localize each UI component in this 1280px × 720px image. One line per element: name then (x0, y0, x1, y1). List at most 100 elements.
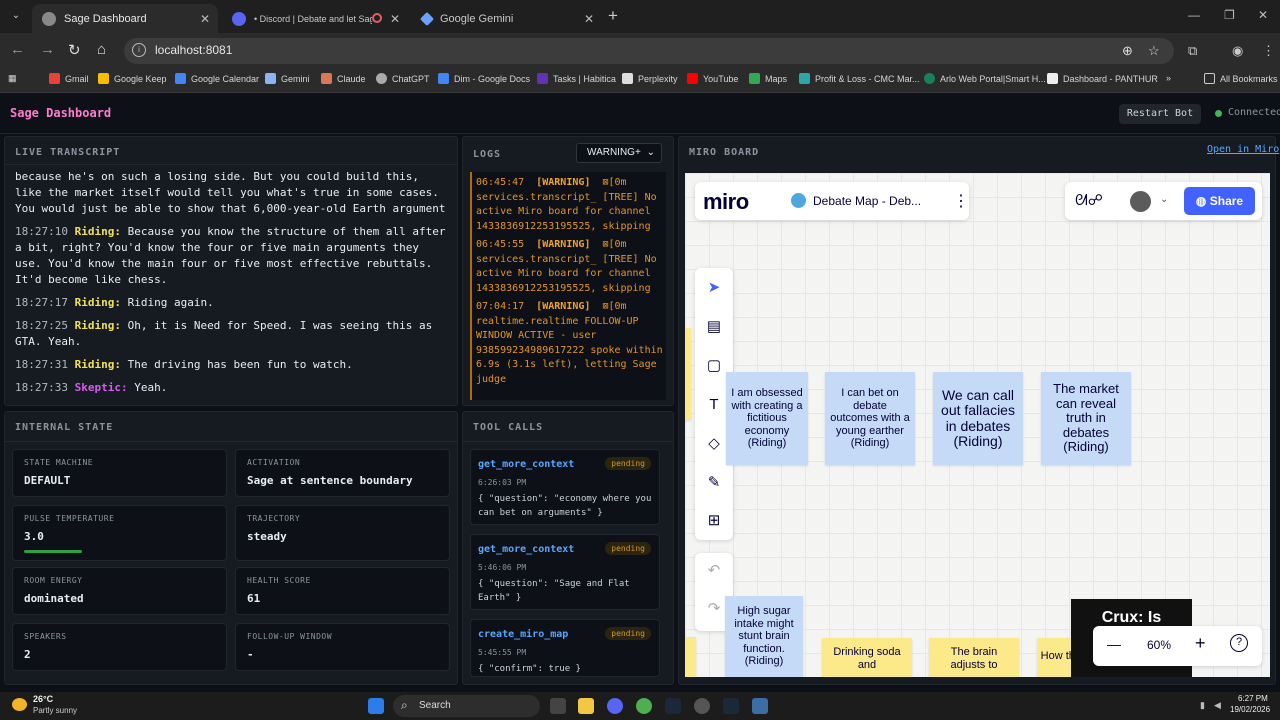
profile-icon[interactable]: ◉ (1232, 43, 1243, 59)
pen-icon[interactable]: ✎ (704, 473, 724, 493)
zoom-out-icon[interactable]: — (1107, 636, 1121, 652)
share-button[interactable]: ◍ Share (1184, 187, 1255, 215)
home-icon[interactable]: ⌂ (97, 41, 106, 58)
sticky-note-partial[interactable] (685, 328, 691, 420)
chevron-down-icon[interactable]: ⌄ (1160, 194, 1168, 205)
reactions-icon[interactable]: ᘛ☍ (1075, 191, 1103, 209)
close-icon[interactable]: ✕ (390, 12, 400, 26)
apps-icon[interactable]: ▦ (8, 73, 17, 84)
bookmark-calendar[interactable]: Google Calendar (175, 73, 259, 84)
bookmark-keep[interactable]: Google Keep (98, 73, 167, 84)
log-level-select[interactable]: WARNING+ ⌄ (576, 143, 662, 163)
file-explorer-icon[interactable] (578, 698, 594, 714)
miro-board-canvas[interactable]: miro Debate Map - Deb... ⋮ ᘛ☍ ⌄ ◍ Share … (685, 173, 1270, 677)
redo-icon[interactable]: ↷ (704, 599, 724, 619)
sticky-note[interactable]: The market can reveal truth in debates (R… (1041, 372, 1131, 465)
start-icon[interactable] (368, 698, 384, 714)
forward-icon[interactable]: → (40, 41, 55, 58)
tab-discord[interactable]: • Discord | Debate and let Sage t ✕ (222, 4, 408, 33)
tab-search-chevron-icon[interactable]: ⌄ (8, 8, 24, 24)
reload-icon[interactable]: ↻ (68, 41, 81, 59)
chrome-icon[interactable] (636, 698, 652, 714)
all-bookmarks[interactable]: All Bookmarks (1204, 73, 1278, 84)
app-icon[interactable] (752, 698, 768, 714)
miro-logo[interactable]: miro (703, 189, 749, 215)
bookmark-claude[interactable]: Claude (321, 73, 366, 84)
timestamp: 06:45:55 (476, 239, 525, 250)
restart-bot-button[interactable]: Restart Bot (1119, 104, 1201, 124)
clock-time[interactable]: 6:27 PM (1238, 694, 1268, 703)
avatar[interactable] (1130, 191, 1151, 212)
restore-icon[interactable]: ❐ (1224, 8, 1235, 22)
weather-icon[interactable] (12, 698, 27, 711)
help-icon[interactable]: ? (1230, 634, 1248, 652)
menu-icon[interactable]: ⋮ (1262, 43, 1275, 59)
undo-icon[interactable]: ↶ (704, 561, 724, 581)
bookmark-panthur[interactable]: Dashboard - PANTHUR (1047, 73, 1158, 84)
bookmark-maps[interactable]: Maps (749, 73, 787, 84)
transcript-list[interactable]: because he's on such a losing side. But … (15, 169, 450, 403)
status-badge: pending (605, 457, 651, 470)
bookmark-label: Google Calendar (191, 73, 260, 84)
bookmark-cmc[interactable]: Profit & Loss - CMC Mar... (799, 73, 920, 84)
steam-icon[interactable] (665, 698, 681, 714)
back-icon[interactable]: ← (10, 41, 25, 58)
tab-gemini[interactable]: Google Gemini ✕ (412, 4, 602, 33)
zoom-level[interactable]: 60% (1147, 638, 1171, 652)
address-bar[interactable]: i localhost:8081 ⊕ ☆ (124, 38, 1174, 64)
bookmark-star-icon[interactable]: ☆ (1148, 43, 1160, 59)
taskbar-search[interactable]: ⌕ Search (393, 695, 540, 717)
discord-icon[interactable] (607, 698, 623, 714)
window-close-icon[interactable]: ✕ (1258, 8, 1268, 22)
more-bookmarks-icon[interactable]: » (1166, 73, 1171, 83)
tool-call-card[interactable]: create_miro_map pending 5:45:55 PM { "confi… (470, 619, 660, 677)
open-in-miro-link[interactable]: Open in Miro (1207, 144, 1279, 155)
sticky-note[interactable]: The brain adjusts to (929, 638, 1019, 677)
card-label: ROOM ENERGY (24, 576, 83, 585)
tool-call-card[interactable]: get_more_context pending 5:46:06 PM { "ques… (470, 534, 660, 610)
site-info-icon[interactable]: i (132, 43, 146, 57)
bookmark-perplexity[interactable]: Perplexity (622, 73, 678, 84)
sticky-note[interactable]: I can bet on debate outcomes with a youn… (825, 372, 915, 465)
network-icon[interactable]: ▮ (1200, 700, 1205, 711)
templates-icon[interactable]: ▤ (704, 317, 724, 337)
add-icon[interactable]: ⊞ (704, 511, 724, 531)
sticky-note[interactable]: I am obsessed with creating a fictitious… (726, 372, 808, 465)
steam-icon[interactable] (723, 698, 739, 714)
close-icon[interactable]: ✕ (584, 12, 594, 26)
extensions-icon[interactable]: ⧉ (1188, 43, 1197, 59)
board-name[interactable]: Debate Map - Deb... (813, 194, 921, 208)
sticky-note-icon[interactable]: ▢ (704, 356, 724, 376)
tool-call-card[interactable]: get_more_context pending 6:26:03 PM { "ques… (470, 449, 660, 525)
shapes-icon[interactable]: ◇ (704, 434, 724, 454)
timestamp: 5:45:55 PM (478, 648, 527, 657)
zoom-in-icon[interactable]: + (1195, 633, 1206, 654)
weather-desc[interactable]: Partly sunny (33, 706, 77, 715)
sticky-note[interactable]: Drinking soda and (822, 638, 912, 677)
task-view-icon[interactable] (550, 698, 566, 714)
clock-date[interactable]: 19/02/2026 (1230, 705, 1270, 714)
bookmark-arlo[interactable]: Arlo Web Portal|Smart H... (924, 73, 1046, 84)
log-list[interactable]: 06:45:47 [WARNING] ⊠[0m services.transcr… (470, 172, 666, 400)
weather-temp[interactable]: 26°C (33, 694, 53, 704)
tab-sage-dashboard[interactable]: Sage Dashboard ✕ (32, 4, 218, 33)
bookmark-habitica[interactable]: Tasks | Habitica (537, 73, 616, 84)
divider (5, 164, 457, 165)
sticky-note[interactable]: We can call out fallacies in debates (Rid… (933, 372, 1023, 465)
zoom-icon[interactable]: ⊕ (1122, 43, 1133, 59)
bookmark-youtube[interactable]: YouTube (687, 73, 738, 84)
app-icon[interactable] (694, 698, 710, 714)
close-icon[interactable]: ✕ (200, 12, 210, 26)
sticky-note-partial[interactable] (685, 637, 696, 677)
text-icon[interactable]: T (704, 395, 724, 415)
bookmark-chatgpt[interactable]: ChatGPT (376, 73, 430, 84)
minimize-icon[interactable]: — (1188, 8, 1200, 22)
more-options-icon[interactable]: ⋮ (953, 191, 969, 211)
sticky-note[interactable]: High sugar intake might stunt brain func… (725, 596, 803, 677)
bookmark-gemini[interactable]: Gemini (265, 73, 310, 84)
volume-icon[interactable]: ◀ (1214, 700, 1221, 711)
bookmark-docs[interactable]: Dim - Google Docs (438, 73, 530, 84)
bookmark-gmail[interactable]: Gmail (49, 73, 89, 84)
new-tab-icon[interactable]: + (608, 6, 618, 26)
select-cursor-icon[interactable]: ➤ (704, 278, 724, 298)
